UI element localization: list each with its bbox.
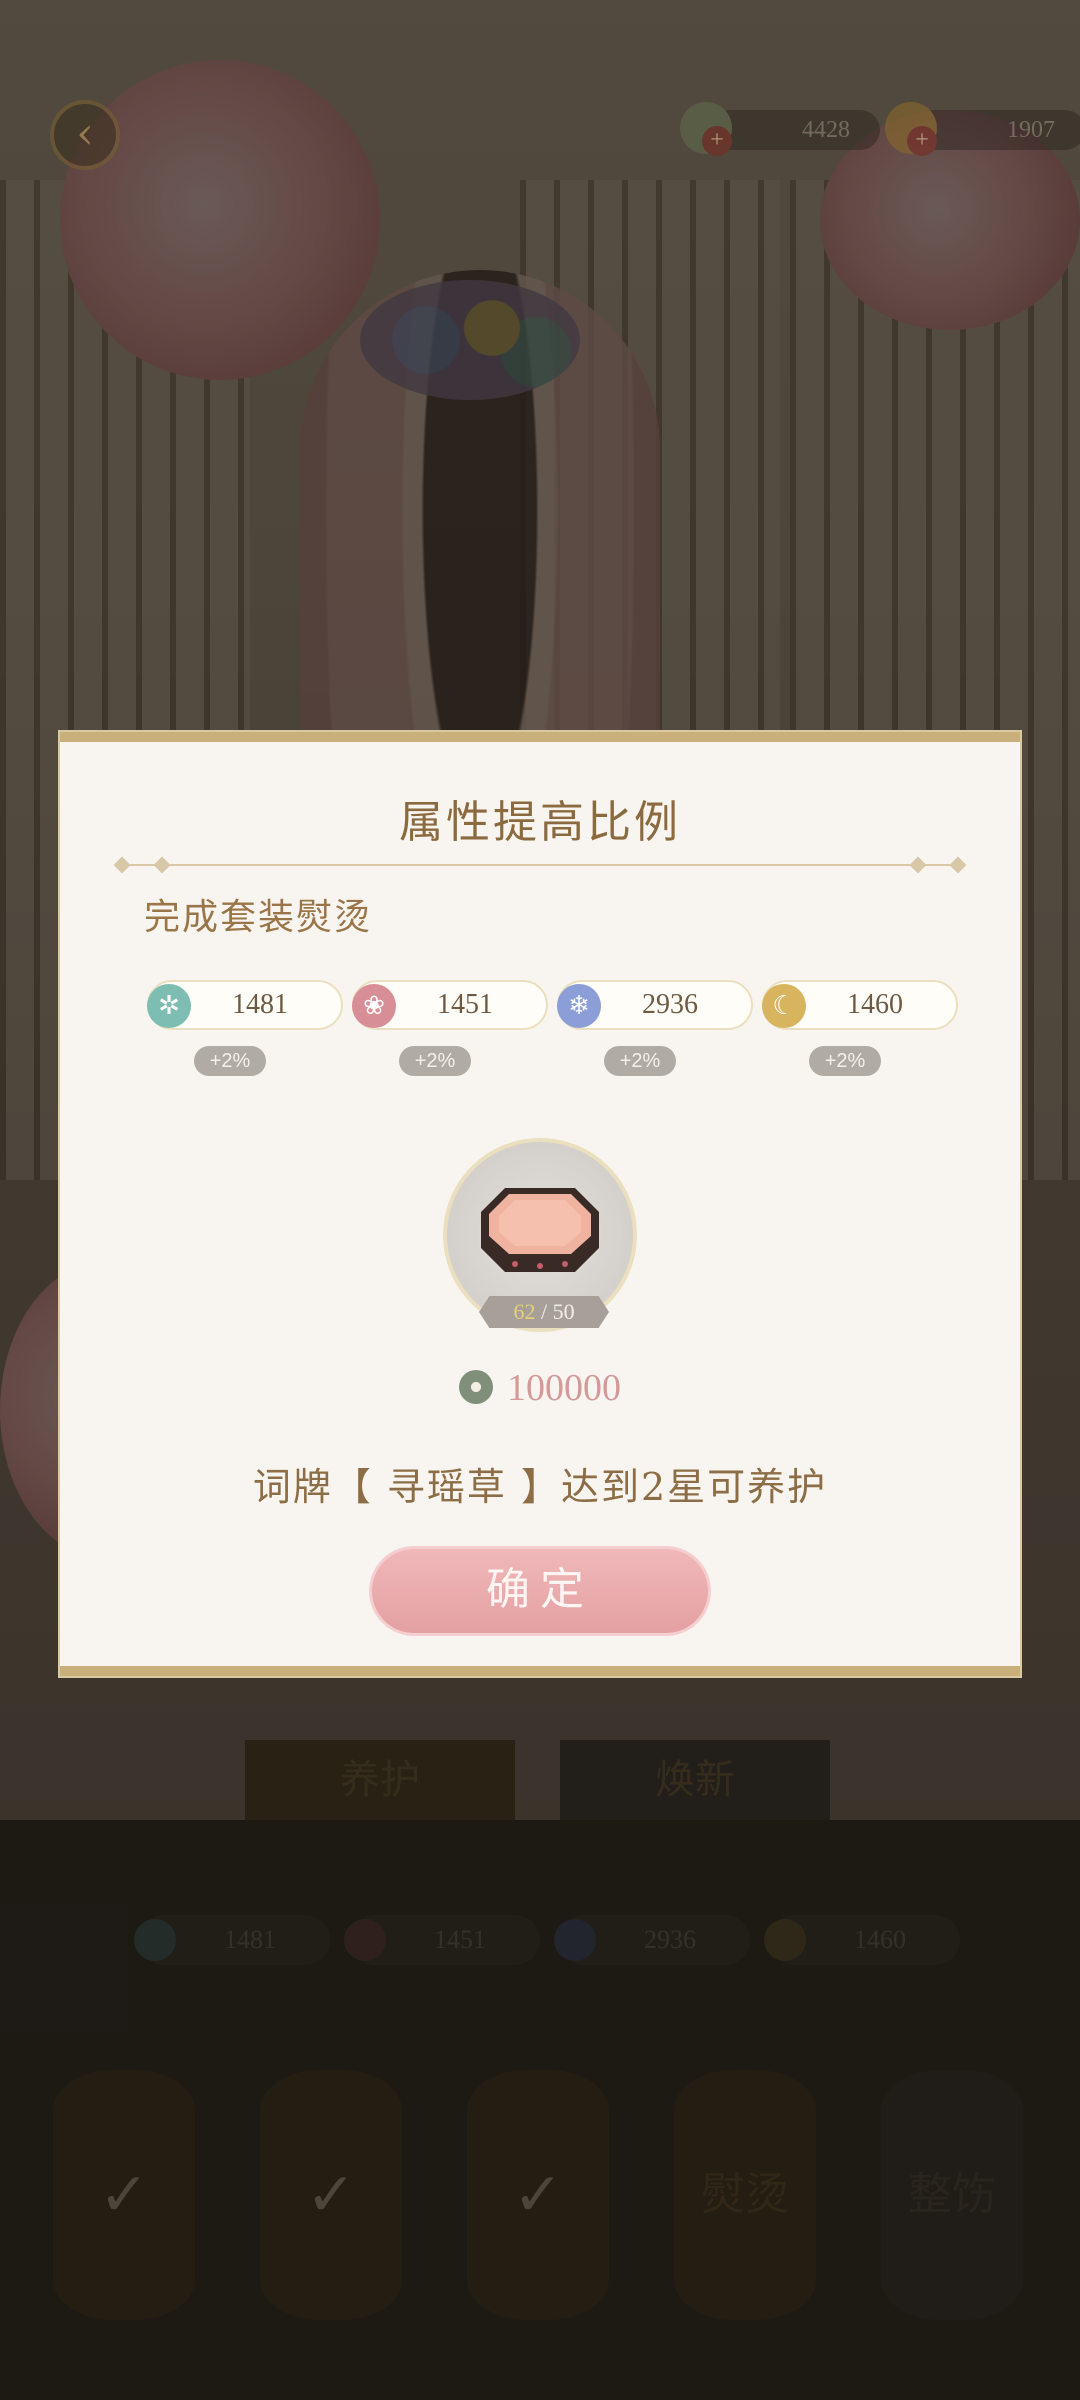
currency-value: 4428 xyxy=(802,117,850,143)
add-icon[interactable]: + xyxy=(702,126,732,156)
blue-snowflake-icon: ❄ xyxy=(557,984,601,1028)
stat-pill: ❀ 1451 xyxy=(352,980,548,1030)
stat-pill: ✲ 1481 xyxy=(147,980,343,1030)
teal-swirl-icon: ✲ xyxy=(147,984,191,1028)
item-count: 62 / 50 xyxy=(479,1296,609,1328)
stat-value: 1451 xyxy=(437,989,493,1020)
material-item[interactable]: 62 / 50 xyxy=(443,1138,637,1332)
back-button[interactable]: ‹ xyxy=(50,100,120,170)
confirm-button[interactable]: 确定 xyxy=(369,1546,711,1636)
back-arrow-icon: ‹ xyxy=(76,108,94,159)
dialog-title: 属性提高比例 xyxy=(399,797,681,848)
stat-value: 1460 xyxy=(847,989,903,1020)
requirement-hint: 词牌【 寻瑶草 】达到2星可养护 xyxy=(252,1465,828,1509)
item-separator: / xyxy=(535,1299,553,1324)
stat-pill: ☾ 1460 xyxy=(762,980,958,1030)
title-divider xyxy=(113,856,967,874)
divider-ornament xyxy=(909,856,927,874)
divider-ornament xyxy=(153,856,171,874)
attribute-boost-dialog: 属性提高比例 完成套装熨烫 ✲ 1481 ❀ 1451 ❄ 2936 ☾ 146… xyxy=(60,732,1020,1676)
pink-lotus-icon: ❀ xyxy=(352,984,396,1028)
octagonal-box-icon xyxy=(481,1188,599,1272)
divider-ornament xyxy=(113,856,131,874)
item-have: 62 xyxy=(513,1299,536,1324)
divider-ornament xyxy=(949,856,967,874)
cost-row: 100000 xyxy=(60,1366,1020,1410)
item-need: 50 xyxy=(552,1299,575,1324)
dialog-subtitle: 完成套装熨烫 xyxy=(144,897,373,938)
gold-moon-icon: ☾ xyxy=(762,984,806,1028)
stat-value: 1481 xyxy=(232,989,288,1020)
bonus-badge: +2% xyxy=(399,1046,471,1076)
bonus-badge: +2% xyxy=(194,1046,266,1076)
currency-value: 1907 xyxy=(1007,117,1055,143)
coin-icon xyxy=(459,1370,493,1404)
cost-value: 100000 xyxy=(507,1367,621,1409)
bonus-badge: +2% xyxy=(604,1046,676,1076)
bonus-badge: +2% xyxy=(809,1046,881,1076)
currency-gold[interactable]: + 1907 xyxy=(885,102,1080,156)
stat-value: 2936 xyxy=(642,989,698,1020)
currency-jade[interactable]: + 4428 xyxy=(680,102,880,156)
add-icon[interactable]: + xyxy=(907,126,937,156)
stat-pill: ❄ 2936 xyxy=(557,980,753,1030)
